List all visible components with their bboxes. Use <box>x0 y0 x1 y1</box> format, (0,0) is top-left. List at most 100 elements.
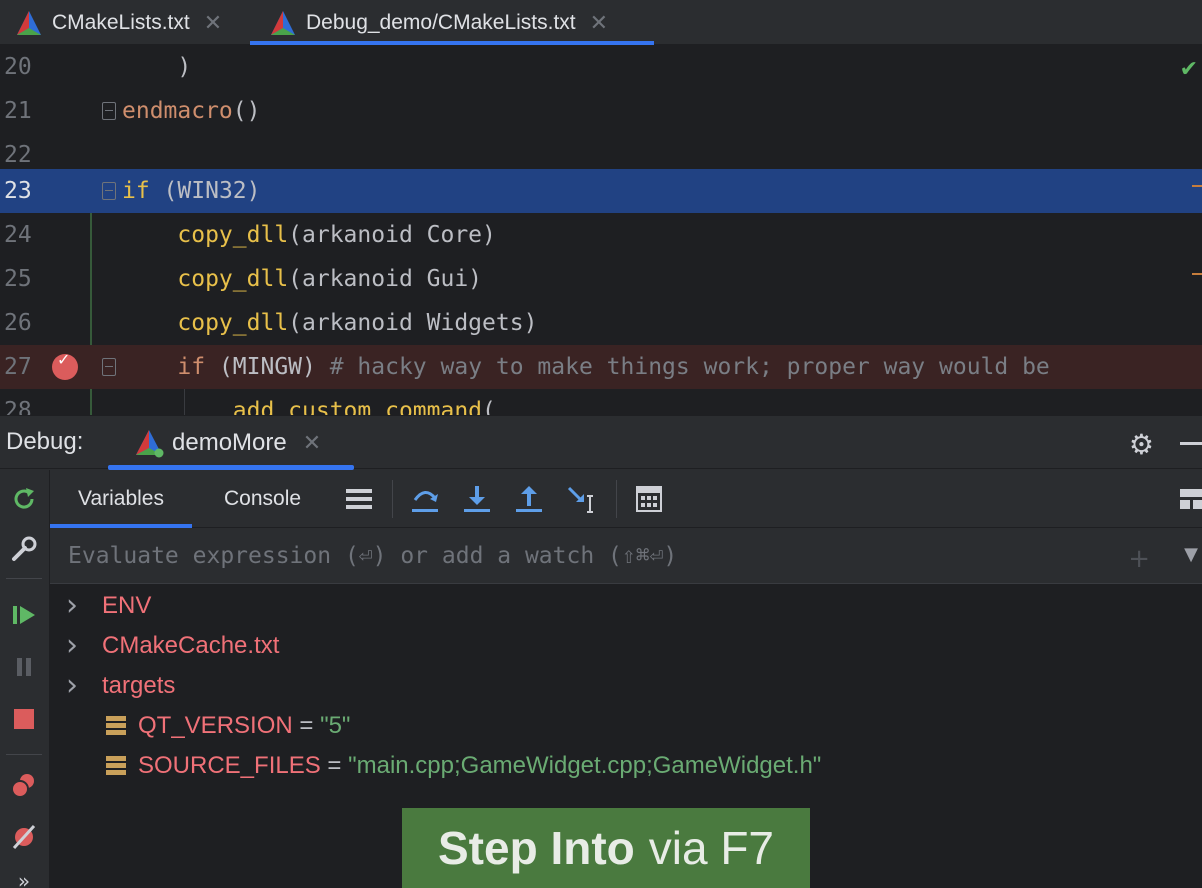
variable-row[interactable]: › CMakeCache.txt <box>50 626 1202 666</box>
debug-panel: Variables Console + ▼ › ENV › CMakeCache.tx… <box>50 470 1202 888</box>
code-token: add_custom_command <box>232 398 483 415</box>
tab-debug-demo-cmakelists[interactable]: Debug_demo/CMakeLists.txt ✕ <box>250 0 654 45</box>
evaluate-expression-icon[interactable] <box>632 482 666 516</box>
code-text: ) <box>122 45 191 89</box>
line-number[interactable]: 25 <box>4 257 44 301</box>
debug-session-tab[interactable]: demoMore ✕ <box>108 416 354 470</box>
cmake-logo-icon <box>17 10 41 35</box>
toolbar-separator <box>6 754 42 755</box>
toolbar-separator <box>6 578 42 579</box>
scroll-marker <box>1192 273 1202 275</box>
gear-icon[interactable]: ⚙ <box>1129 428 1154 461</box>
layout-menu-icon[interactable] <box>342 482 376 516</box>
code-token: # hacky way to make things work; proper … <box>329 354 1050 380</box>
breakpoint-icon[interactable] <box>52 350 78 380</box>
variable-name: ENV <box>102 592 152 619</box>
rerun-icon[interactable] <box>9 484 39 514</box>
close-session-icon[interactable]: ✕ <box>303 430 321 456</box>
variable-name: targets <box>102 672 176 699</box>
line-number[interactable]: 27 <box>4 345 44 389</box>
tab-cmakelists[interactable]: CMakeLists.txt ✕ <box>16 0 222 45</box>
view-breakpoints-icon[interactable] <box>9 770 39 800</box>
code-token: (arkanoid Widgets) <box>288 310 538 336</box>
scroll-marker <box>1192 185 1202 187</box>
chevron-down-icon[interactable]: ▼ <box>1184 544 1198 565</box>
variable-row[interactable]: › targets <box>50 666 1202 706</box>
fold-toggle-icon[interactable] <box>102 182 116 200</box>
code-token: if <box>122 178 150 204</box>
tab-label: CMakeLists.txt <box>52 10 190 34</box>
code-line[interactable]: 23 if (WIN32) <box>0 169 1202 213</box>
more-chevron-icon[interactable]: » <box>9 866 39 888</box>
shortcut-hint-banner: Step Into via F7 <box>402 808 810 888</box>
close-tab-icon[interactable]: ✕ <box>204 10 222 36</box>
code-token: copy_dll <box>177 310 289 336</box>
code-line[interactable]: 25 copy_dll(arkanoid Gui) <box>0 257 1202 301</box>
editor-tab-bar: CMakeLists.txt ✕ Debug_demo/CMakeLists.t… <box>0 0 1202 45</box>
stop-icon[interactable] <box>9 704 39 734</box>
equals-sign: = <box>320 752 349 779</box>
restore-layout-icon[interactable] <box>1176 482 1202 516</box>
line-number[interactable]: 21 <box>4 89 44 133</box>
tab-console[interactable]: Console <box>224 470 301 528</box>
mute-breakpoints-icon[interactable] <box>9 822 39 852</box>
code-token: ) <box>122 54 192 80</box>
code-token: copy_dll <box>177 222 289 248</box>
step-out-icon[interactable] <box>512 482 546 516</box>
code-token: ( <box>482 398 496 415</box>
code-token: (arkanoid Core) <box>288 222 496 248</box>
step-over-icon[interactable] <box>408 482 442 516</box>
code-line[interactable]: 27 if (MINGW) # hacky way to make things… <box>0 345 1202 389</box>
line-number[interactable]: 28 <box>4 389 44 415</box>
line-number[interactable]: 20 <box>4 45 44 89</box>
run-to-cursor-icon[interactable] <box>564 482 598 516</box>
variable-row[interactable]: › ENV <box>50 586 1202 626</box>
hint-action: Step Into <box>437 822 635 874</box>
wrench-icon[interactable] <box>9 534 39 564</box>
code-line[interactable]: 26 copy_dll(arkanoid Widgets) <box>0 301 1202 345</box>
fold-toggle-icon[interactable] <box>102 358 116 376</box>
pause-icon[interactable] <box>9 652 39 682</box>
fold-toggle-icon[interactable] <box>102 102 116 120</box>
equals-sign: = <box>292 712 321 739</box>
minimize-icon[interactable] <box>1180 442 1202 445</box>
code-editor[interactable]: 20 ) 21 endmacro() 22 23 if (WIN32) 24 copy_dl… <box>0 45 1202 415</box>
add-watch-icon[interactable]: + <box>1128 544 1150 574</box>
no-problems-check-icon[interactable]: ✔ <box>1180 57 1198 82</box>
toolbar-separator <box>616 480 617 518</box>
code-line[interactable]: 20 ) <box>0 45 1202 89</box>
code-line[interactable]: 21 endmacro() <box>0 89 1202 133</box>
code-token: (arkanoid Gui) <box>288 266 483 292</box>
chevron-right-icon[interactable]: › <box>66 586 78 626</box>
code-line[interactable]: 24 copy_dll(arkanoid Core) <box>0 213 1202 257</box>
session-name: demoMore <box>172 429 287 456</box>
step-into-icon[interactable] <box>460 482 494 516</box>
code-text: copy_dll(arkanoid Widgets) <box>122 301 537 345</box>
debug-side-toolbar: » <box>0 470 50 888</box>
variable-entry: QT_VERSION = "5" <box>138 706 350 746</box>
debug-tool-window-header: Debug: demoMore ✕ ⚙ <box>0 415 1202 470</box>
evaluate-expression-input[interactable] <box>68 540 1068 572</box>
chevron-right-icon[interactable]: › <box>66 666 78 706</box>
line-number[interactable]: 24 <box>4 213 44 257</box>
debug-label: Debug: <box>6 428 84 455</box>
toolbar-separator <box>392 480 393 518</box>
code-line[interactable]: 28 add_custom_command( <box>0 389 1202 415</box>
close-tab-icon[interactable]: ✕ <box>590 10 608 36</box>
resume-icon[interactable] <box>9 600 39 630</box>
variable-row[interactable]: SOURCE_FILES = "main.cpp;GameWidget.cpp;… <box>50 746 1202 786</box>
tab-variables[interactable]: Variables <box>50 470 192 528</box>
variable-name: CMakeCache.txt <box>102 632 280 659</box>
code-token: (WIN32) <box>149 178 261 204</box>
line-number[interactable]: 23 <box>4 169 44 213</box>
code-text: add_custom_command( <box>122 389 496 415</box>
chevron-right-icon[interactable]: › <box>66 626 78 666</box>
code-text: if (MINGW) # hacky way to make things wo… <box>122 345 1050 389</box>
code-token: if <box>177 354 206 380</box>
code-token: () <box>232 98 261 124</box>
line-number[interactable]: 26 <box>4 301 44 345</box>
variable-row[interactable]: QT_VERSION = "5" <box>50 706 1202 746</box>
